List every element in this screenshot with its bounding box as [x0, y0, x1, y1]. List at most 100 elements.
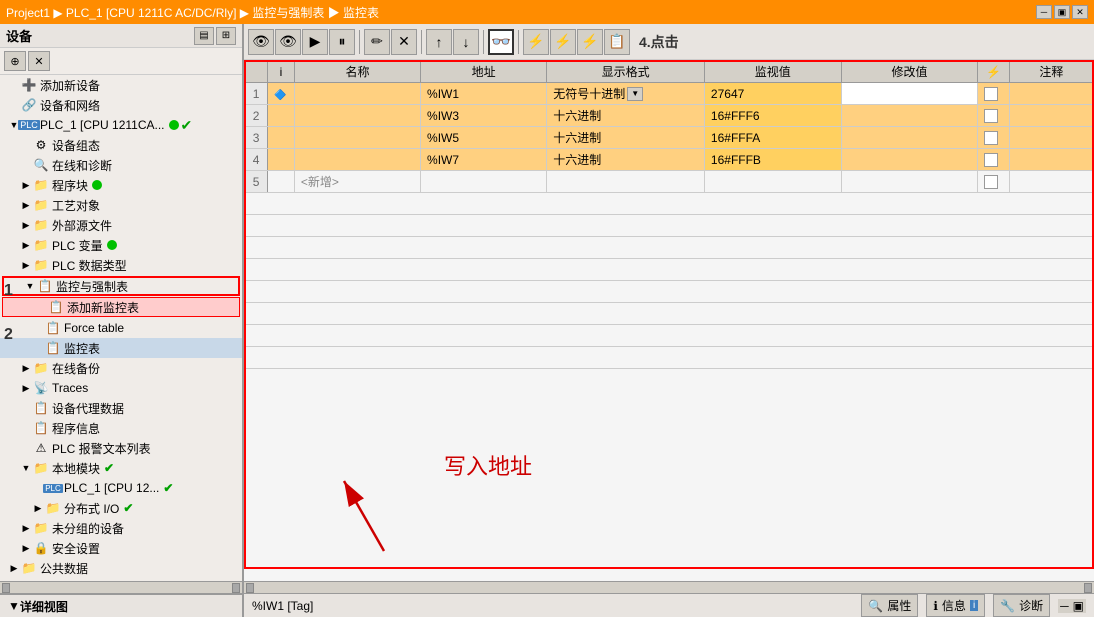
sidebar-icon-2[interactable]: ⊞	[216, 27, 236, 45]
row5-note[interactable]	[1009, 171, 1093, 193]
sidebar-item-ungroup[interactable]: ▶ 📁 未分组的设备	[0, 518, 242, 538]
row1-fmt[interactable]: 无符号十进制 ▼	[547, 83, 705, 105]
sidebar-item-prog-info[interactable]: 📋 程序信息	[0, 418, 242, 438]
row3-name[interactable]	[294, 127, 420, 149]
sidebar-item-distributed-io[interactable]: ▶ 📁 分布式 I/O ✔	[0, 498, 242, 518]
security-expand[interactable]: ▶	[20, 542, 32, 554]
sidebar-item-plc-var[interactable]: ▶ 📁 PLC 变量	[0, 235, 242, 255]
sidebar-item-plc-data[interactable]: ▶ 📁 PLC 数据类型	[0, 255, 242, 275]
row4-name[interactable]	[294, 149, 420, 171]
toolbar-btn-7[interactable]: ↑	[426, 29, 452, 55]
row5-check[interactable]	[978, 171, 1010, 193]
sidebar-item-device-config[interactable]: ⚙ 设备组态	[0, 135, 242, 155]
row5-fmt[interactable]	[547, 171, 705, 193]
row2-note[interactable]	[1009, 105, 1093, 127]
sidebar-item-plc1[interactable]: ▼ PLC PLC_1 [CPU 1211CA... ✔	[0, 115, 242, 135]
checkbox-2[interactable]	[984, 109, 998, 123]
restore-button[interactable]: ▣	[1054, 5, 1070, 19]
row2-name[interactable]	[294, 105, 420, 127]
main-scrollbar-h[interactable]	[244, 581, 1094, 593]
plcdata-expand[interactable]: ▶	[20, 259, 32, 271]
row3-fmt[interactable]: 十六进制	[547, 127, 705, 149]
panel-btn-2[interactable]: ▣	[1073, 599, 1084, 613]
sidebar-item-add-device[interactable]: ➕ 添加新设备	[0, 75, 242, 95]
toolbar-btn-10[interactable]: ⚡	[550, 29, 576, 55]
toolbar-btn-6[interactable]: ✕	[391, 29, 417, 55]
dropdown-arrow-1[interactable]: ▼	[627, 87, 643, 101]
row2-fmt[interactable]: 十六进制	[547, 105, 705, 127]
distio-expand[interactable]: ▶	[32, 502, 44, 514]
sidebar-item-force-table[interactable]: 📋 Force table	[0, 318, 242, 338]
minimize-button[interactable]: ─	[1036, 5, 1052, 19]
sidebar-item-device-proxy[interactable]: 📋 设备代理数据	[0, 398, 242, 418]
info-button[interactable]: ℹ 信息 i	[926, 594, 985, 617]
traces-expand[interactable]: ▶	[20, 382, 32, 394]
sidebar-icon-1[interactable]: ▤	[194, 27, 214, 45]
toolbar-btn-1[interactable]: 👁	[248, 29, 274, 55]
row4-mod[interactable]	[841, 149, 978, 171]
row4-addr[interactable]: %IW7	[421, 149, 547, 171]
sidebar-item-external[interactable]: ▶ 📁 外部源文件	[0, 215, 242, 235]
toolbar-btn-9[interactable]: ⚡	[523, 29, 549, 55]
sidebar-item-plc-alarm[interactable]: ⚠ PLC 报警文本列表	[0, 438, 242, 458]
sidebar-item-add-monitor[interactable]: 📋 添加新监控表	[2, 297, 240, 317]
row1-mod[interactable]	[841, 83, 978, 105]
toolbar-btn-11[interactable]: ⚡	[577, 29, 603, 55]
toolbar-btn-8[interactable]: ↓	[453, 29, 479, 55]
row4-val[interactable]: 16#FFFB	[704, 149, 841, 171]
toolbar-monitor-button[interactable]: 👓	[488, 29, 514, 55]
sidebar-item-craft[interactable]: ▶ 📁 工艺对象	[0, 195, 242, 215]
sidebar-item-device-network[interactable]: 🔗 设备和网络	[0, 95, 242, 115]
row3-val[interactable]: 16#FFFA	[704, 127, 841, 149]
row2-mod[interactable]	[841, 105, 978, 127]
checkbox-4[interactable]	[984, 153, 998, 167]
sidebar-item-online-diag[interactable]: 🔍 在线和诊断	[0, 155, 242, 175]
craft-expand[interactable]: ▶	[20, 199, 32, 211]
sidebar-item-common-data[interactable]: ▶ 📁 公共数据	[0, 558, 242, 578]
row1-check[interactable]	[978, 83, 1010, 105]
sidebar-item-plc1-cpu[interactable]: PLC PLC_1 [CPU 12... ✔	[0, 478, 242, 498]
row3-check[interactable]	[978, 127, 1010, 149]
checkbox-1[interactable]	[984, 87, 998, 101]
sidebar-item-traces[interactable]: ▶ 📡 Traces	[0, 378, 242, 398]
ungroup-expand[interactable]: ▶	[20, 522, 32, 534]
toolbar-btn-12[interactable]: 📋	[604, 29, 630, 55]
close-button[interactable]: ✕	[1072, 5, 1088, 19]
fmt-dropdown-1[interactable]: 无符号十进制 ▼	[553, 85, 698, 102]
row2-addr[interactable]: %IW3	[421, 105, 547, 127]
toolbar-delete[interactable]: ✕	[28, 51, 50, 71]
toolbar-btn-2[interactable]: 👁	[275, 29, 301, 55]
toolbar-add[interactable]: ⊕	[4, 51, 26, 71]
toolbar-btn-4[interactable]: ⏸	[329, 29, 355, 55]
external-expand[interactable]: ▶	[20, 219, 32, 231]
row4-note[interactable]	[1009, 149, 1093, 171]
plcvar-expand[interactable]: ▶	[20, 239, 32, 251]
monitor-expand[interactable]: ▼	[24, 280, 36, 292]
diagnostics-button[interactable]: 🔧 诊断	[993, 594, 1050, 617]
checkbox-5[interactable]	[984, 175, 998, 189]
panel-btn-1[interactable]: ─	[1060, 599, 1069, 613]
row4-fmt[interactable]: 十六进制	[547, 149, 705, 171]
row1-note[interactable]	[1009, 83, 1093, 105]
program-expand[interactable]: ▶	[20, 179, 32, 191]
sidebar-item-local-module[interactable]: ▼ 📁 本地模块 ✔	[0, 458, 242, 478]
checkbox-3[interactable]	[984, 131, 998, 145]
toolbar-btn-5[interactable]: ✏	[364, 29, 390, 55]
sidebar-item-online-backup[interactable]: ▶ 📁 在线备份	[0, 358, 242, 378]
row4-check[interactable]	[978, 149, 1010, 171]
toolbar-btn-3[interactable]: ▶	[302, 29, 328, 55]
monitor-table-container[interactable]: i 名称 地址 显示格式 监视值 修改值 ⚡ 注释	[244, 60, 1094, 369]
sidebar-item-monitor-force[interactable]: ▼ 📋 监控与强制表	[2, 276, 240, 296]
row1-name[interactable]	[294, 83, 420, 105]
row1-val[interactable]: 27647	[704, 83, 841, 105]
row5-addr[interactable]	[421, 171, 547, 193]
sidebar-item-program[interactable]: ▶ 📁 程序块	[0, 175, 242, 195]
row3-mod[interactable]	[841, 127, 978, 149]
sidebar-item-watch-table[interactable]: 📋 监控表	[0, 338, 242, 358]
sidebar-item-security[interactable]: ▶ 🔒 安全设置	[0, 538, 242, 558]
row5-name[interactable]: <新增>	[294, 171, 420, 193]
row3-addr[interactable]: %IW5	[421, 127, 547, 149]
common-expand[interactable]: ▶	[8, 562, 20, 574]
row5-mod[interactable]	[841, 171, 978, 193]
properties-button[interactable]: 🔍 属性	[861, 594, 918, 617]
